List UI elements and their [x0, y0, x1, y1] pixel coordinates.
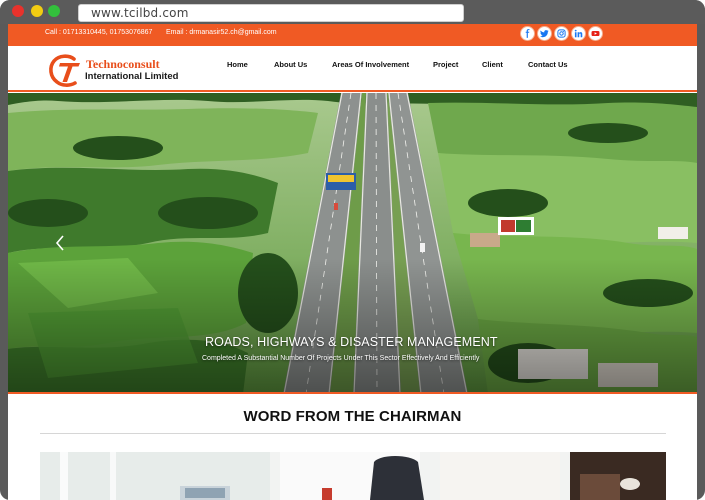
logo-tagline: International Limited	[85, 71, 179, 82]
phone-numbers: Call : 01713310445, 01753076867	[45, 29, 153, 36]
section-divider	[40, 433, 666, 434]
chairman-photo	[40, 452, 666, 500]
company-logo[interactable]: Technoconsult International Limited	[48, 54, 188, 88]
logo-name: Technoconsult	[86, 57, 160, 71]
hero-bottom-border	[8, 392, 697, 394]
hero-slider: ROADS, HIGHWAYS & DISASTER MANAGEMENT Co…	[8, 93, 697, 394]
nav-areas-of-involvement[interactable]: Areas Of Involvement	[332, 60, 409, 69]
instagram-icon[interactable]	[554, 26, 569, 41]
page-viewport: Call : 01713310445, 01753076867 Email : …	[8, 24, 697, 500]
minimize-window-button[interactable]	[31, 5, 43, 17]
logo-mark-icon	[49, 54, 80, 87]
maximize-window-button[interactable]	[48, 5, 60, 17]
hero-title: ROADS, HIGHWAYS & DISASTER MANAGEMENT	[205, 335, 498, 349]
linkedin-icon[interactable]	[571, 26, 586, 41]
contact-strip: Call : 01713310445, 01753076867 Email : …	[8, 24, 697, 46]
nav-about-us[interactable]: About Us	[274, 60, 307, 69]
facebook-icon[interactable]	[520, 26, 535, 41]
address-bar[interactable]: www.tcilbd.com	[78, 4, 464, 22]
nav-home[interactable]: Home	[227, 60, 248, 69]
main-navbar: Technoconsult International Limited Home…	[8, 46, 697, 92]
twitter-icon[interactable]	[537, 26, 552, 41]
nav-contact-us[interactable]: Contact Us	[528, 60, 568, 69]
hero-subtitle: Completed A Substantial Number Of Projec…	[202, 355, 480, 362]
close-window-button[interactable]	[12, 5, 24, 17]
chevron-left-icon	[55, 235, 64, 251]
browser-chrome: www.tcilbd.com	[0, 0, 705, 24]
youtube-icon[interactable]	[588, 26, 603, 41]
address-bar-url: www.tcilbd.com	[91, 6, 189, 20]
nav-client[interactable]: Client	[482, 60, 503, 69]
nav-project[interactable]: Project	[433, 60, 458, 69]
email-address[interactable]: Email : drmanasir52.ch@gmail.com	[166, 29, 277, 36]
slider-prev-button[interactable]	[53, 233, 67, 253]
chairman-section-title: WORD FROM THE CHAIRMAN	[243, 408, 462, 425]
